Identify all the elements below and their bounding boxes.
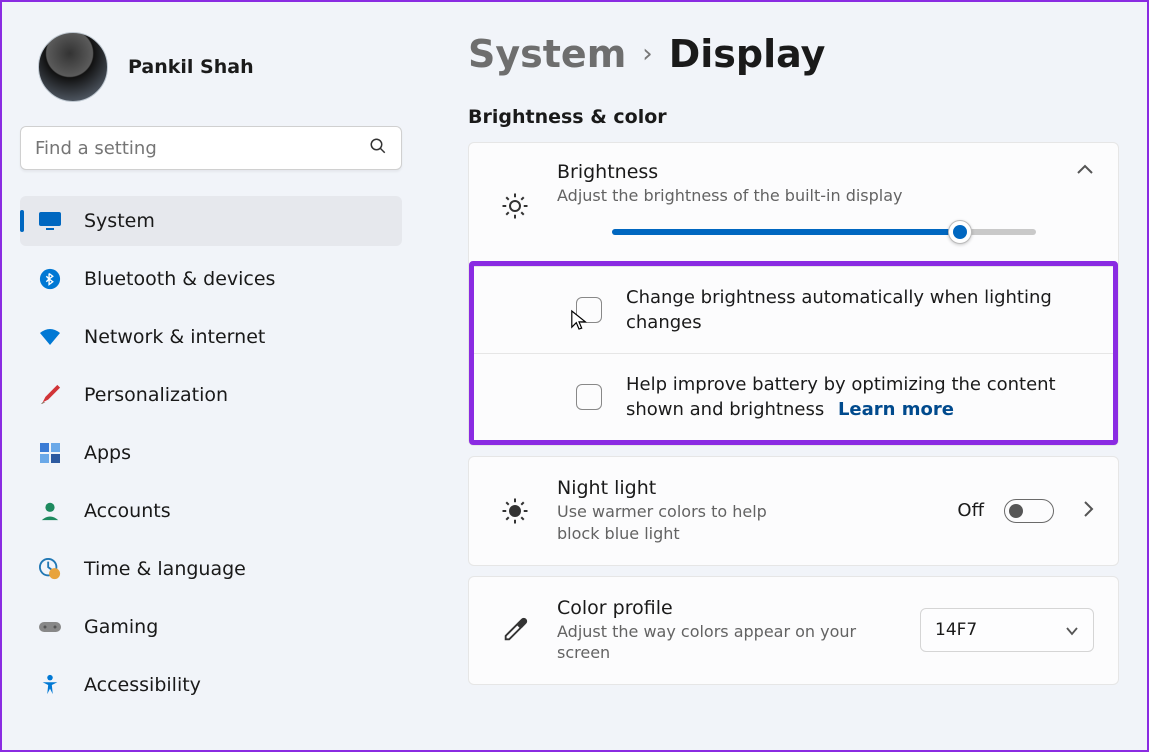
chevron-down-icon bbox=[1065, 621, 1079, 640]
sidebar-item-time-language[interactable]: Time & language bbox=[20, 544, 402, 594]
sidebar-item-accessibility[interactable]: Accessibility bbox=[20, 660, 402, 710]
wifi-icon bbox=[38, 328, 62, 346]
auto-brightness-row[interactable]: Change brightness automatically when lig… bbox=[474, 266, 1113, 353]
night-light-card[interactable]: Night light Use warmer colors to help bl… bbox=[468, 456, 1119, 565]
search-input[interactable] bbox=[21, 138, 369, 159]
color-profile-selected: 14F7 bbox=[935, 620, 977, 640]
breadcrumb-current: Display bbox=[669, 32, 826, 76]
sidebar-item-network[interactable]: Network & internet bbox=[20, 312, 402, 362]
nav: System Bluetooth & devices Network & int… bbox=[20, 196, 412, 710]
color-profile-subtitle: Adjust the way colors appear on your scr… bbox=[557, 621, 887, 664]
sidebar-item-label: System bbox=[84, 210, 155, 232]
sidebar-item-personalization[interactable]: Personalization bbox=[20, 370, 402, 420]
brightness-card: Brightness Adjust the brightness of the … bbox=[468, 142, 1119, 446]
color-profile-card[interactable]: Color profile Adjust the way colors appe… bbox=[468, 576, 1119, 685]
main-content: System › Display Brightness & color Brig… bbox=[412, 2, 1147, 750]
search-input-container[interactable] bbox=[20, 126, 402, 170]
sidebar-item-label: Accessibility bbox=[84, 674, 201, 696]
sidebar-item-accounts[interactable]: Accounts bbox=[20, 486, 402, 536]
profile-name: Pankil Shah bbox=[128, 56, 254, 78]
sidebar-item-label: Bluetooth & devices bbox=[84, 268, 275, 290]
sidebar-item-label: Personalization bbox=[84, 384, 228, 406]
eyedropper-icon bbox=[483, 616, 547, 644]
sidebar-item-label: Apps bbox=[84, 442, 131, 464]
profile-header[interactable]: Pankil Shah bbox=[20, 22, 412, 126]
optimize-content-label: Help improve battery by optimizing the c… bbox=[626, 372, 1089, 422]
search-icon bbox=[369, 137, 387, 159]
sidebar-item-label: Time & language bbox=[84, 558, 246, 580]
avatar bbox=[38, 32, 108, 102]
night-light-title: Night light bbox=[557, 477, 947, 499]
sidebar-item-label: Gaming bbox=[84, 616, 158, 638]
brightness-subtitle: Adjust the brightness of the built-in di… bbox=[557, 185, 1066, 207]
brightness-title: Brightness bbox=[557, 161, 1066, 183]
night-light-toggle[interactable] bbox=[1004, 499, 1054, 523]
sidebar-item-apps[interactable]: Apps bbox=[20, 428, 402, 478]
brightness-header-row[interactable]: Brightness Adjust the brightness of the … bbox=[469, 143, 1118, 263]
breadcrumb: System › Display bbox=[468, 32, 1119, 76]
sidebar-item-bluetooth[interactable]: Bluetooth & devices bbox=[20, 254, 402, 304]
cursor-icon bbox=[570, 309, 588, 331]
accessibility-icon bbox=[38, 674, 62, 696]
night-light-state: Off bbox=[957, 500, 984, 521]
chevron-right-icon[interactable] bbox=[1082, 500, 1094, 522]
bluetooth-icon bbox=[38, 268, 62, 290]
monitor-icon bbox=[38, 211, 62, 231]
apps-icon bbox=[38, 443, 62, 463]
learn-more-link[interactable]: Learn more bbox=[838, 399, 954, 420]
sidebar-item-label: Accounts bbox=[84, 500, 171, 522]
night-light-icon bbox=[483, 496, 547, 526]
chevron-up-icon[interactable] bbox=[1076, 161, 1094, 180]
optimize-content-row[interactable]: Help improve battery by optimizing the c… bbox=[474, 353, 1113, 440]
sidebar-item-label: Network & internet bbox=[84, 326, 265, 348]
slider-thumb[interactable] bbox=[948, 220, 972, 244]
chevron-right-icon: › bbox=[642, 39, 652, 69]
tutorial-highlight: Change brightness automatically when lig… bbox=[469, 261, 1118, 446]
optimize-content-checkbox[interactable] bbox=[576, 384, 602, 410]
gamepad-icon bbox=[38, 619, 62, 635]
color-profile-title: Color profile bbox=[557, 597, 910, 619]
sidebar-item-gaming[interactable]: Gaming bbox=[20, 602, 402, 652]
person-icon bbox=[38, 500, 62, 522]
globe-clock-icon bbox=[38, 558, 62, 580]
color-profile-dropdown[interactable]: 14F7 bbox=[920, 608, 1094, 652]
section-title: Brightness & color bbox=[468, 106, 1119, 128]
sun-icon bbox=[483, 191, 547, 221]
breadcrumb-parent[interactable]: System bbox=[468, 32, 626, 76]
sidebar-item-system[interactable]: System bbox=[20, 196, 402, 246]
auto-brightness-label: Change brightness automatically when lig… bbox=[626, 285, 1089, 335]
brightness-slider[interactable] bbox=[612, 229, 1036, 235]
sidebar: Pankil Shah System Bluetooth & de bbox=[2, 2, 412, 750]
night-light-subtitle: Use warmer colors to help block blue lig… bbox=[557, 501, 787, 544]
paintbrush-icon bbox=[38, 384, 62, 406]
